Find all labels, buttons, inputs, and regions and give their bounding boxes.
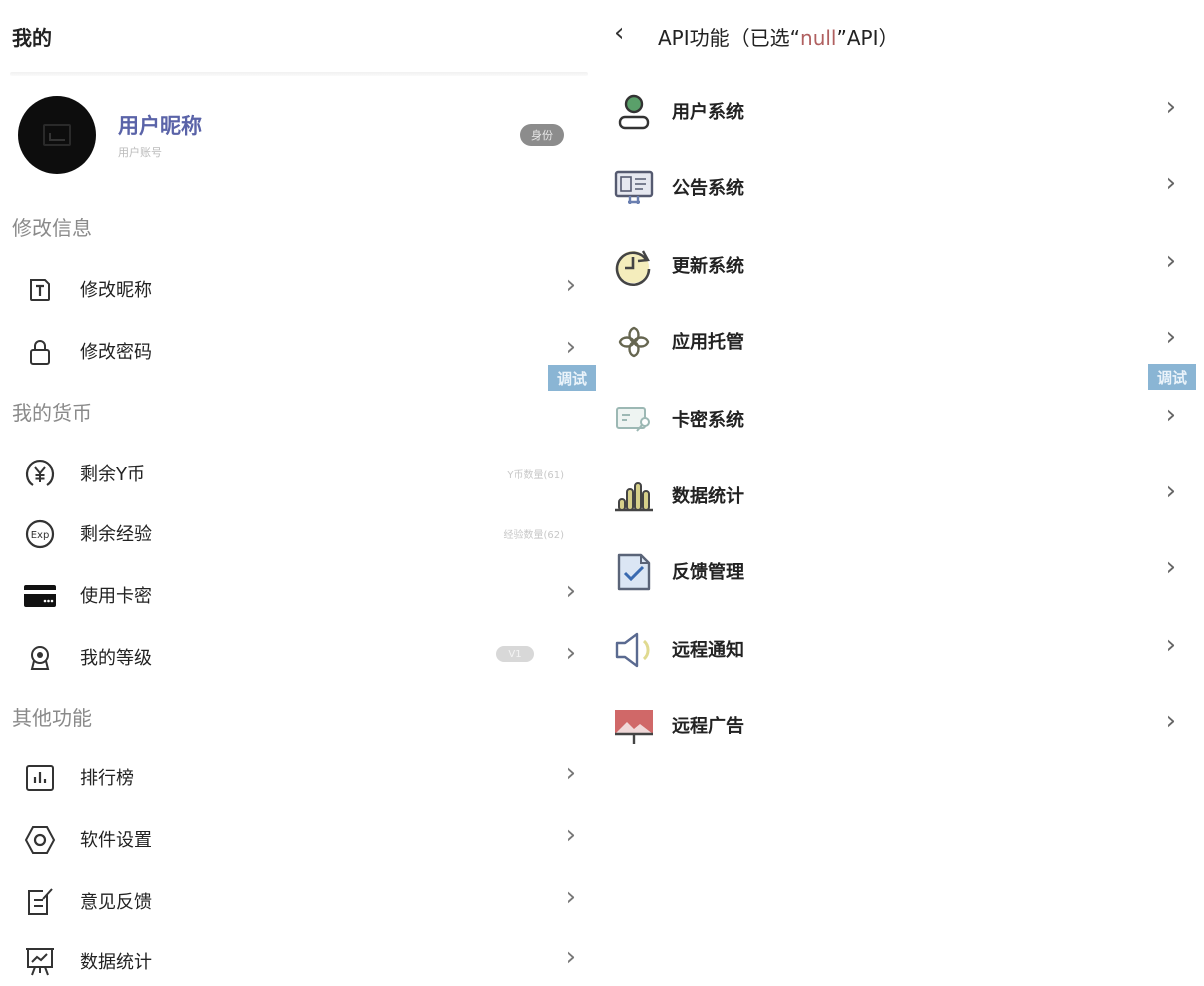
chevron-right-icon: › [1165, 400, 1176, 430]
nickname: 用户昵称 [118, 114, 202, 138]
menu-item-label: 数据统计 [80, 952, 152, 973]
menu-item-label: 使用卡密 [80, 586, 152, 607]
api-item-label: 应用托管 [672, 332, 744, 353]
menu-item-edit-password[interactable]: 修改密码 › [0, 322, 590, 378]
api-item-update-system[interactable]: 更新系统 › [600, 234, 1190, 294]
chevron-right-icon: › [565, 576, 576, 606]
clover-knot-icon [612, 320, 656, 364]
bar-chart-icon [22, 760, 58, 796]
menu-item-label: 剩余经验 [80, 524, 152, 545]
api-item-label: 远程广告 [672, 716, 744, 737]
menu-item-label: 软件设置 [80, 830, 152, 851]
menu-item-data-statistics[interactable]: 数据统计 › [0, 932, 590, 986]
debug-tag[interactable]: 调试 [1148, 364, 1196, 390]
api-item-user-system[interactable]: 用户系统 › [600, 80, 1190, 140]
chevron-right-icon: › [565, 638, 576, 668]
exp-count-hint: 经验数量(62) [503, 530, 564, 541]
menu-item-my-level[interactable]: 我的等级 V1 › [0, 628, 590, 684]
section-title-my-currency: 我的货币 [12, 401, 92, 425]
api-item-notice-system[interactable]: 公告系统 › [600, 156, 1190, 216]
chevron-right-icon: › [1165, 168, 1176, 198]
api-item-data-statistics[interactable]: 数据统计 › [600, 464, 1190, 524]
yen-coin-icon [22, 456, 58, 492]
api-item-label: 数据统计 [672, 486, 744, 507]
coin-count-hint: Y币数量(61) [507, 470, 564, 481]
menu-item-remaining-coins[interactable]: 剩余Y币 Y币数量(61) [0, 444, 590, 500]
page-title: 我的 [12, 26, 52, 50]
notice-board-icon [612, 166, 656, 210]
chevron-right-icon: › [565, 758, 576, 788]
doc-check-icon [612, 550, 656, 594]
menu-item-label: 修改昵称 [80, 280, 152, 301]
api-functions-panel: ‹ API功能（已选“null”API） 用户系统 › 公告系统 › 更新系统 … [600, 0, 1204, 986]
billboard-icon [612, 704, 656, 748]
menu-item-remaining-exp[interactable]: Exp 剩余经验 经验数量(62) [0, 504, 590, 560]
speaker-icon [612, 628, 656, 672]
section-title-other-functions: 其他功能 [12, 706, 92, 730]
svg-text:Exp: Exp [31, 530, 50, 541]
chevron-right-icon: › [565, 820, 576, 850]
level-badge: V1 [496, 646, 534, 662]
menu-item-label: 修改密码 [80, 342, 152, 363]
chevron-right-icon: › [1165, 476, 1176, 506]
menu-item-edit-nickname[interactable]: 修改昵称 › [0, 260, 590, 316]
menu-item-label: 排行榜 [80, 768, 134, 789]
menu-item-label: 我的等级 [80, 648, 152, 669]
feedback-edit-icon [22, 884, 58, 920]
api-item-label: 公告系统 [672, 178, 744, 199]
page-title: API功能（已选“null”API） [658, 22, 899, 51]
menu-item-leaderboard[interactable]: 排行榜 › [0, 748, 590, 804]
debug-tag[interactable]: 调试 [548, 365, 596, 391]
menu-item-software-settings[interactable]: 软件设置 › [0, 810, 590, 866]
api-item-label: 卡密系统 [672, 410, 744, 431]
api-item-label: 用户系统 [672, 102, 744, 123]
back-chevron-icon[interactable]: ‹ [614, 18, 624, 48]
card-icon [22, 578, 58, 614]
section-title-edit-info: 修改信息 [12, 216, 92, 240]
chevron-right-icon: › [1165, 92, 1176, 122]
settings-hexagon-icon [22, 822, 58, 858]
api-item-remote-advertising[interactable]: 远程广告 › [600, 694, 1190, 754]
menu-item-feedback[interactable]: 意见反馈 › [0, 872, 590, 928]
identity-badge: 身份 [520, 124, 564, 146]
chevron-right-icon: › [1165, 246, 1176, 276]
image-placeholder-icon [43, 124, 71, 146]
selected-api-name: null [800, 26, 837, 50]
chevron-right-icon: › [1165, 706, 1176, 736]
refresh-clock-icon [612, 244, 656, 288]
profile-card[interactable]: 用户昵称 用户账号 身份 [18, 96, 578, 174]
card-key-icon [612, 398, 656, 442]
text-t-icon [22, 272, 58, 308]
api-item-app-hosting[interactable]: 应用托管 › [600, 310, 1190, 370]
bar-stats-icon [612, 474, 656, 518]
badge-icon [22, 640, 58, 676]
user-icon [612, 90, 656, 134]
title-prefix: API功能（已选“ [658, 26, 801, 50]
api-item-label: 远程通知 [672, 640, 744, 661]
header-divider [10, 72, 588, 76]
api-item-card-key-system[interactable]: 卡密系统 › [600, 388, 1190, 448]
chevron-right-icon: › [1165, 322, 1176, 352]
chevron-right-icon: › [565, 942, 576, 972]
menu-item-use-card-key[interactable]: 使用卡密 › [0, 566, 590, 622]
lock-icon [22, 334, 58, 370]
presentation-chart-icon [22, 944, 58, 980]
api-item-remote-notification[interactable]: 远程通知 › [600, 618, 1190, 678]
api-item-label: 反馈管理 [672, 562, 744, 583]
title-suffix: ”API） [836, 26, 899, 50]
exp-icon: Exp [22, 516, 58, 552]
chevron-right-icon: › [565, 332, 576, 362]
menu-item-label: 意见反馈 [80, 892, 152, 913]
chevron-right-icon: › [1165, 630, 1176, 660]
menu-item-label: 剩余Y币 [80, 464, 145, 485]
chevron-right-icon: › [565, 882, 576, 912]
my-profile-panel: 我的 用户昵称 用户账号 身份 修改信息 修改昵称 › 修改密码 › 调试 我的… [0, 0, 600, 986]
chevron-right-icon: › [565, 270, 576, 300]
chevron-right-icon: › [1165, 552, 1176, 582]
avatar[interactable] [18, 96, 96, 174]
api-item-label: 更新系统 [672, 256, 744, 277]
account: 用户账号 [118, 146, 162, 159]
api-item-feedback-management[interactable]: 反馈管理 › [600, 540, 1190, 600]
